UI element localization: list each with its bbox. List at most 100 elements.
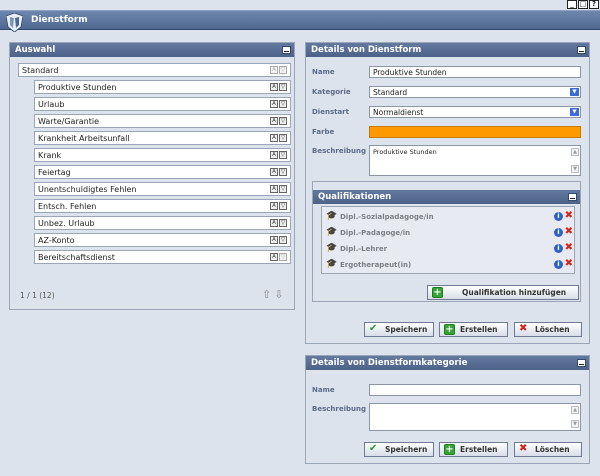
- qualifikationen-minimize-button[interactable]: [568, 193, 577, 201]
- kategorie-minimize-button[interactable]: [577, 359, 586, 367]
- edit-icon[interactable]: A: [270, 117, 278, 125]
- list-item-label: Unentschuldigtes Fehlen: [38, 185, 137, 194]
- create-label: Erstellen: [460, 325, 498, 334]
- filter-icon[interactable]: ▽: [279, 236, 287, 244]
- filter-icon[interactable]: ▽: [279, 168, 287, 176]
- edit-icon[interactable]: A: [270, 253, 278, 261]
- textarea-scrollbar[interactable]: ▲ ▼: [571, 406, 579, 428]
- qualifikationen-header: Qualifikationen: [313, 190, 580, 204]
- edit-icon[interactable]: A: [270, 66, 278, 74]
- kategorie-name-input[interactable]: [369, 384, 581, 396]
- list-item[interactable]: Feiertag A ▽: [34, 165, 291, 179]
- list-item-label: Produktive Stunden: [38, 83, 117, 92]
- help-button[interactable]: ?: [589, 0, 599, 9]
- edit-icon[interactable]: A: [270, 100, 278, 108]
- filter-icon[interactable]: ▽: [279, 117, 287, 125]
- info-icon[interactable]: i: [554, 212, 563, 221]
- edit-icon[interactable]: A: [270, 202, 278, 210]
- scroll-down-icon[interactable]: ▼: [571, 165, 579, 173]
- filter-icon[interactable]: ▽: [279, 151, 287, 159]
- create-label: Erstellen: [460, 445, 498, 454]
- create-button[interactable]: + Erstellen: [439, 322, 508, 337]
- window-controls: _ □ ?: [567, 0, 599, 9]
- kategorie-create-button[interactable]: + Erstellen: [439, 442, 508, 457]
- kategorie-label: Kategorie: [312, 88, 351, 96]
- list-item: 🎓 Dipl.-Lehrer i ✖: [325, 243, 573, 255]
- edit-icon[interactable]: A: [270, 151, 278, 159]
- qualifikationen-panel: Qualifikationen 🎓 Dipl.-Sozialpadagoge/i…: [312, 181, 581, 302]
- beschreibung-textarea[interactable]: Produktive Stunden ▲ ▼: [369, 145, 581, 176]
- filter-icon[interactable]: ▽: [279, 66, 287, 74]
- edit-icon[interactable]: A: [270, 83, 278, 91]
- scroll-up-icon[interactable]: ▲: [571, 406, 579, 414]
- scroll-down-icon[interactable]: ▼: [571, 420, 579, 428]
- auswahl-panel: Auswahl Standard A ▽ Produktive Stunden …: [9, 42, 295, 310]
- filter-icon[interactable]: ▽: [279, 253, 287, 261]
- list-item[interactable]: Bereitschaftsdienst A ▽: [34, 250, 291, 264]
- auswahl-minimize-button[interactable]: [282, 46, 291, 54]
- add-qualifikation-label: Qualifikation hinzufügen: [462, 288, 567, 297]
- list-item-label: Krank: [38, 151, 62, 160]
- filter-icon[interactable]: ▽: [279, 100, 287, 108]
- details-title: Details von Dienstform: [311, 45, 422, 55]
- list-item[interactable]: Warte/Garantie A ▽: [34, 114, 291, 128]
- delete-icon[interactable]: ✖: [565, 243, 573, 253]
- list-item[interactable]: Produktive Stunden A ▽: [34, 80, 291, 94]
- dienstart-value: Normaldienst: [373, 108, 424, 117]
- kategorie-title: Details von Dienstformkategorie: [311, 358, 468, 368]
- filter-icon[interactable]: ▽: [279, 134, 287, 142]
- edit-icon[interactable]: A: [270, 134, 278, 142]
- list-item[interactable]: AZ-Konto A ▽: [34, 233, 291, 247]
- list-item[interactable]: Entsch. Fehlen A ▽: [34, 199, 291, 213]
- edit-icon[interactable]: A: [270, 219, 278, 227]
- delete-button[interactable]: ✖ Löschen: [514, 322, 582, 337]
- kategorie-save-button[interactable]: ✔ Speichern: [364, 442, 434, 457]
- save-label: Speichern: [385, 325, 428, 334]
- filter-icon[interactable]: ▽: [279, 219, 287, 227]
- kategorie-select[interactable]: Standard ▼: [369, 86, 581, 98]
- pager-text: 1 / 1 (12): [20, 291, 55, 300]
- edit-icon[interactable]: A: [270, 168, 278, 176]
- list-item[interactable]: Unentschuldigtes Fehlen A ▽: [34, 182, 291, 196]
- kategorie-delete-button[interactable]: ✖ Löschen: [514, 442, 582, 457]
- filter-icon[interactable]: ▽: [279, 185, 287, 193]
- move-down-icon[interactable]: ⇩: [274, 289, 283, 300]
- chevron-down-icon[interactable]: ▼: [570, 108, 579, 116]
- maximize-button[interactable]: □: [578, 0, 588, 9]
- tree-root-item[interactable]: Standard A ▽: [18, 63, 291, 77]
- list-item: 🎓 Ergotherapeut(in) i ✖: [325, 259, 573, 271]
- minimize-button[interactable]: _: [567, 0, 577, 9]
- graduation-cap-icon: 🎓: [326, 227, 338, 237]
- delete-icon[interactable]: ✖: [565, 211, 573, 221]
- list-item[interactable]: Krank A ▽: [34, 148, 291, 162]
- dienstart-select[interactable]: Normaldienst ▼: [369, 106, 581, 118]
- info-icon[interactable]: i: [554, 228, 563, 237]
- name-input[interactable]: Produktive Stunden: [369, 66, 581, 78]
- info-icon[interactable]: i: [554, 244, 563, 253]
- textarea-scrollbar[interactable]: ▲ ▼: [571, 148, 579, 173]
- list-item[interactable]: Krankheit Arbeitsunfall A ▽: [34, 131, 291, 145]
- add-qualifikation-button[interactable]: + Qualifikation hinzufügen: [427, 285, 579, 300]
- save-button[interactable]: ✔ Speichern: [364, 322, 434, 337]
- move-up-icon[interactable]: ⇧: [262, 289, 271, 300]
- list-item[interactable]: Unbez. Urlaub A ▽: [34, 216, 291, 230]
- filter-icon[interactable]: ▽: [279, 83, 287, 91]
- details-minimize-button[interactable]: [577, 46, 586, 54]
- delete-icon[interactable]: ✖: [565, 227, 573, 237]
- edit-icon[interactable]: A: [270, 236, 278, 244]
- qualifikation-label: Dipl.-Padagoge/in: [340, 229, 411, 237]
- edit-icon[interactable]: A: [270, 185, 278, 193]
- qualifikation-label: Dipl.-Sozialpadagoge/in: [340, 213, 434, 221]
- info-icon[interactable]: i: [554, 260, 563, 269]
- list-item[interactable]: Urlaub A ▽: [34, 97, 291, 111]
- chevron-down-icon[interactable]: ▼: [570, 88, 579, 96]
- delete-icon[interactable]: ✖: [565, 259, 573, 269]
- tree-root-label: Standard: [22, 66, 59, 75]
- farbe-color-swatch[interactable]: [369, 126, 581, 138]
- filter-icon[interactable]: ▽: [279, 202, 287, 210]
- list-item-label: Entsch. Fehlen: [38, 202, 97, 211]
- shield-logo-icon: [6, 13, 23, 32]
- auswahl-title: Auswahl: [15, 45, 56, 55]
- kategorie-beschreibung-textarea[interactable]: ▲ ▼: [369, 403, 581, 431]
- scroll-up-icon[interactable]: ▲: [571, 148, 579, 156]
